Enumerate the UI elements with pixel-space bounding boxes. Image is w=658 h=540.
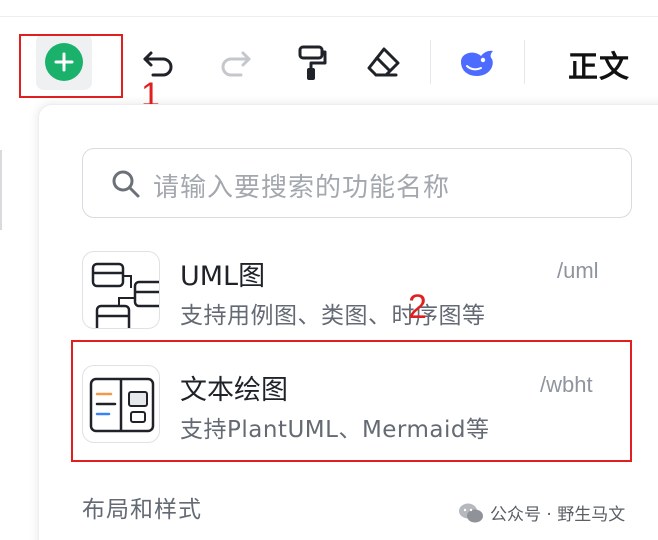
eraser-button[interactable] (358, 36, 408, 90)
left-edge-divider (0, 150, 6, 230)
toolbar-divider (430, 40, 431, 84)
item-description: 支持用例图、类图、时序图等 (180, 303, 486, 329)
deepseek-button[interactable] (452, 36, 502, 90)
redo-button[interactable] (210, 36, 260, 90)
item-title: UML图 (180, 261, 266, 292)
uml-diagram-icon (82, 251, 160, 329)
toolbar-divider (524, 40, 525, 84)
format-painter-button[interactable] (286, 36, 336, 90)
search-icon (112, 170, 140, 198)
wechat-icon (459, 503, 483, 522)
eraser-icon (367, 47, 400, 77)
top-divider (0, 16, 658, 17)
watermark-text: 公众号 · 野生马文 (490, 505, 626, 525)
annotation-number-2: 2 (408, 288, 427, 326)
format-painter-icon (298, 45, 327, 80)
search-input[interactable]: 请输入要搜索的功能名称 (82, 148, 632, 218)
section-heading: 布局和样式 (82, 497, 202, 523)
search-placeholder: 请输入要搜索的功能名称 (153, 173, 451, 203)
item-command: /uml (557, 258, 599, 283)
deepseek-icon (461, 50, 493, 76)
heading-style-selector[interactable]: 正文 (568, 42, 630, 86)
annotation-box-1 (19, 34, 123, 98)
watermark: 公众号 · 野生马文 (458, 500, 625, 525)
annotation-box-2 (71, 340, 632, 462)
redo-icon (221, 51, 251, 77)
